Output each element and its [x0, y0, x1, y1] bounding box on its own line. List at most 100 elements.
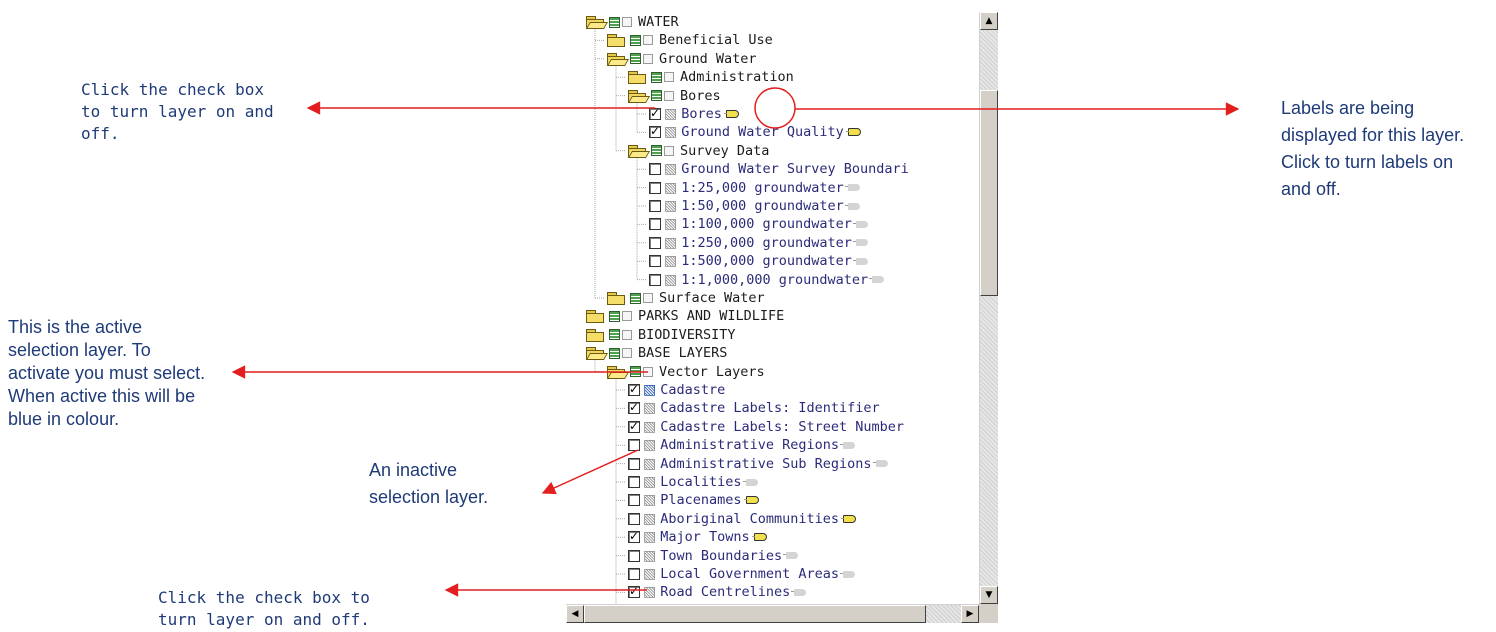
group-visibility-icon[interactable]	[651, 90, 662, 102]
tree-folder-base-layers[interactable]: BASE LAYERS	[585, 344, 727, 362]
selection-layer-icon[interactable]: ▧	[664, 181, 677, 195]
selection-layer-icon[interactable]: ▧	[643, 567, 656, 581]
labels-off-icon[interactable]	[840, 441, 856, 449]
group-checkbox-icon[interactable]	[622, 329, 632, 340]
group-visibility-icon[interactable]	[630, 292, 641, 304]
tree-layer-ground-water-survey-boundari[interactable]: ▧ Ground Water Survey Boundari	[649, 160, 909, 178]
horizontal-scrollbar[interactable]: ◀ ▶	[566, 604, 979, 623]
tree-layer-local-government-areas[interactable]: ▧ Local Government Areas	[628, 565, 856, 583]
selection-layer-icon[interactable]: ▧	[664, 107, 677, 121]
tree-layer-cadastre[interactable]: ▧ Cadastre	[628, 381, 725, 399]
group-checkbox-icon[interactable]	[664, 145, 674, 156]
tree-folder-bores[interactable]: Bores	[627, 87, 721, 105]
layer-visibility-checkbox[interactable]	[628, 529, 640, 544]
selection-layer-icon[interactable]: ▧	[643, 401, 656, 415]
group-visibility-icon[interactable]	[651, 145, 662, 157]
tree-folder-parks-and-wildlife[interactable]: PARKS AND WILDLIFE	[586, 307, 784, 325]
labels-off-icon[interactable]	[852, 220, 868, 228]
tree-layer-1-1-000-000-groundwater[interactable]: ▧ 1:1,000,000 groundwater	[649, 271, 885, 289]
group-checkbox-icon[interactable]	[643, 53, 653, 64]
selection-layer-icon[interactable]: ▧	[643, 493, 656, 507]
group-visibility-icon[interactable]	[651, 71, 662, 83]
labels-off-icon[interactable]	[852, 239, 868, 247]
group-checkbox-icon[interactable]	[643, 35, 653, 46]
group-checkbox-icon[interactable]	[664, 72, 674, 83]
labels-on-icon[interactable]	[845, 128, 861, 137]
selection-layer-icon[interactable]: ▧	[664, 162, 677, 176]
folder-open-icon[interactable]	[627, 89, 651, 103]
labels-on-icon[interactable]	[751, 533, 767, 542]
layer-visibility-checkbox[interactable]	[649, 181, 661, 194]
layer-visibility-checkbox[interactable]	[649, 163, 661, 176]
group-visibility-icon[interactable]	[630, 53, 641, 65]
layer-visibility-checkbox[interactable]	[628, 476, 640, 488]
labels-on-icon[interactable]	[841, 514, 857, 523]
labels-off-icon[interactable]	[852, 257, 868, 265]
selection-layer-icon[interactable]: ▧	[643, 475, 656, 489]
layer-visibility-checkbox[interactable]	[628, 457, 640, 470]
folder-open-icon[interactable]	[606, 365, 630, 379]
layer-visibility-checkbox[interactable]	[628, 494, 640, 507]
tree-folder-water[interactable]: WATER	[585, 13, 679, 31]
tree-layer-placenames[interactable]: ▧ Placenames	[628, 491, 759, 509]
layer-visibility-checkbox[interactable]	[628, 568, 640, 580]
selection-layer-icon[interactable]: ▧	[643, 512, 656, 526]
scroll-down-icon[interactable]: ▼	[980, 586, 998, 604]
selection-layer-icon[interactable]: ▧	[643, 530, 656, 544]
layer-visibility-checkbox[interactable]	[628, 549, 640, 562]
tree-folder-survey-data[interactable]: Survey Data	[627, 142, 769, 160]
layer-visibility-checkbox[interactable]	[628, 400, 640, 415]
tree-layer-1-50-000-groundwater[interactable]: ▧ 1:50,000 groundwater	[649, 197, 860, 215]
selection-layer-icon[interactable]: ▧	[664, 199, 677, 213]
tree-layer-1-25-000-groundwater[interactable]: ▧ 1:25,000 groundwater	[649, 179, 860, 197]
selection-layer-icon[interactable]: ▧	[643, 420, 656, 434]
folder-icon[interactable]	[586, 310, 604, 324]
tree-folder-vector-layers[interactable]: Vector Layers	[606, 363, 765, 381]
tree-layer-administrative-regions[interactable]: ▧ Administrative Regions	[628, 436, 856, 454]
folder-open-icon[interactable]	[627, 144, 651, 158]
layer-visibility-checkbox[interactable]	[649, 124, 661, 139]
labels-off-icon[interactable]	[872, 460, 888, 468]
group-checkbox-icon[interactable]	[664, 90, 674, 101]
folder-open-icon[interactable]	[606, 52, 630, 66]
layer-visibility-checkbox[interactable]	[628, 584, 640, 599]
layer-visibility-checkbox[interactable]	[649, 273, 661, 286]
group-visibility-icon[interactable]	[609, 16, 620, 28]
active-selection-layer-icon[interactable]: ▧	[643, 383, 656, 397]
tree-folder-beneficial-use[interactable]: Beneficial Use	[607, 31, 773, 49]
selection-layer-icon[interactable]: ▧	[643, 457, 656, 471]
layer-visibility-checkbox[interactable]	[649, 218, 661, 231]
folder-icon[interactable]	[607, 34, 625, 48]
folder-icon[interactable]	[607, 292, 625, 305]
tree-layer-ground-water-quality[interactable]: ▧ Ground Water Quality	[649, 123, 861, 141]
layer-visibility-checkbox[interactable]	[649, 106, 661, 120]
group-checkbox-icon[interactable]	[643, 366, 653, 377]
labels-on-icon[interactable]	[743, 496, 759, 505]
folder-icon[interactable]	[628, 71, 646, 85]
group-visibility-icon[interactable]	[630, 34, 641, 46]
layer-visibility-checkbox[interactable]	[649, 200, 661, 212]
labels-off-icon[interactable]	[844, 202, 860, 210]
labels-off-icon[interactable]	[869, 276, 885, 284]
vertical-scrollbar[interactable]: ▲ ▼	[979, 12, 998, 604]
tree-folder-biodiversity[interactable]: BIODIVERSITY	[586, 326, 736, 344]
folder-icon[interactable]	[586, 328, 604, 342]
labels-off-icon[interactable]	[791, 588, 807, 596]
labels-off-icon[interactable]	[742, 478, 758, 486]
tree-layer-1-100-000-groundwater[interactable]: ▧ 1:100,000 groundwater	[649, 215, 868, 233]
scroll-up-icon[interactable]: ▲	[980, 12, 998, 30]
scroll-right-icon[interactable]: ▶	[961, 605, 979, 623]
tree-layer-1-500-000-groundwater[interactable]: ▧ 1:500,000 groundwater	[649, 252, 868, 270]
layer-visibility-checkbox[interactable]	[628, 439, 640, 452]
selection-layer-icon[interactable]: ▧	[664, 125, 677, 139]
tree-layer-road-centrelines[interactable]: ▧ Road Centrelines	[628, 583, 807, 601]
folder-open-icon[interactable]	[585, 347, 609, 361]
labels-off-icon[interactable]	[840, 570, 856, 578]
tree-layer-cadastre-labels-street-number[interactable]: ▧ Cadastre Labels: Street Number	[628, 418, 904, 436]
selection-layer-icon[interactable]: ▧	[643, 549, 656, 563]
tree-layer-cadastre-labels-identifier[interactable]: ▧ Cadastre Labels: Identifier	[628, 399, 880, 417]
layer-visibility-checkbox[interactable]	[628, 382, 640, 396]
selection-layer-icon[interactable]: ▧	[643, 585, 656, 599]
selection-layer-icon[interactable]: ▧	[664, 217, 677, 231]
layer-visibility-checkbox[interactable]	[628, 419, 640, 433]
